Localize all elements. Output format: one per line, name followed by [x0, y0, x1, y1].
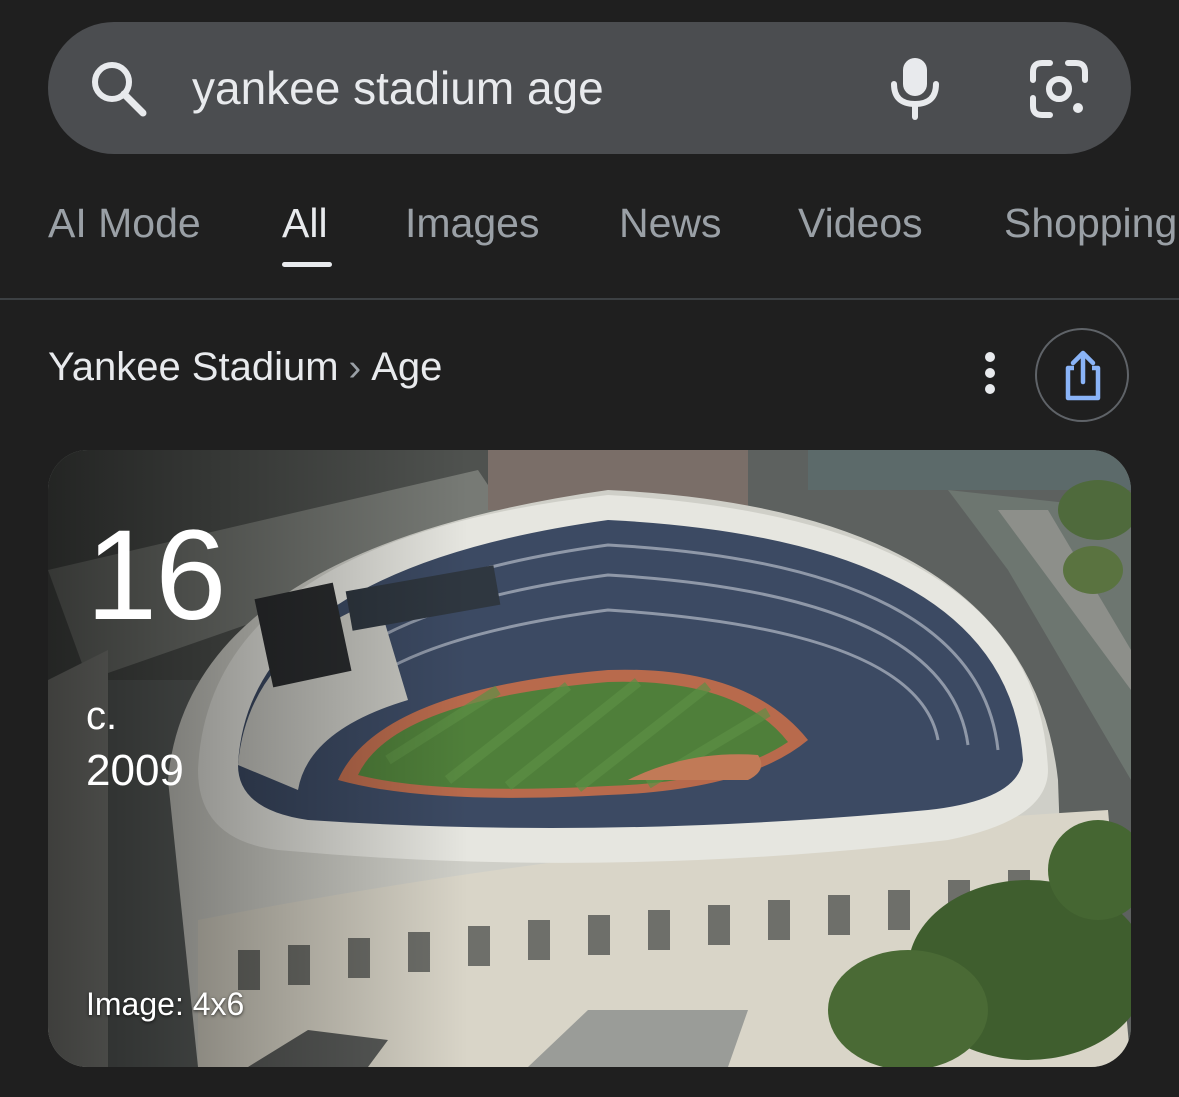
mic-icon[interactable]: [888, 56, 942, 120]
tab-shopping[interactable]: Shopping: [1004, 200, 1177, 247]
image-caption: Image: 4x6: [86, 986, 245, 1022]
breadcrumb-separator: ›: [348, 347, 362, 389]
tab-ai-mode[interactable]: AI Mode: [48, 200, 201, 247]
share-button[interactable]: [1035, 328, 1129, 422]
circa-label: c.: [86, 694, 118, 738]
breadcrumb: Yankee Stadium › Age: [48, 345, 442, 390]
search-results-page: AI Mode All Images News Videos Shopping …: [0, 0, 1179, 1097]
tab-videos[interactable]: Videos: [798, 200, 923, 247]
breadcrumb-entity[interactable]: Yankee Stadium: [48, 345, 339, 389]
share-icon: [1065, 350, 1101, 401]
age-answer-card[interactable]: 16 c. 2009 Image: 4x6: [48, 450, 1131, 1067]
tabs-divider: [0, 298, 1179, 300]
search-tabs: AI Mode All Images News Videos Shopping: [0, 190, 1179, 300]
search-icon[interactable]: [88, 58, 150, 120]
tab-images[interactable]: Images: [405, 200, 539, 247]
breadcrumb-attribute: Age: [371, 345, 443, 389]
search-input[interactable]: [192, 58, 832, 118]
active-tab-indicator: [282, 262, 332, 267]
opening-year: 2009: [86, 746, 184, 795]
tab-all[interactable]: All: [282, 200, 328, 247]
more-vert-icon[interactable]: [972, 348, 1008, 398]
camera-lens-icon[interactable]: [1028, 58, 1090, 120]
tab-news[interactable]: News: [619, 200, 722, 247]
age-value: 16: [86, 504, 226, 647]
